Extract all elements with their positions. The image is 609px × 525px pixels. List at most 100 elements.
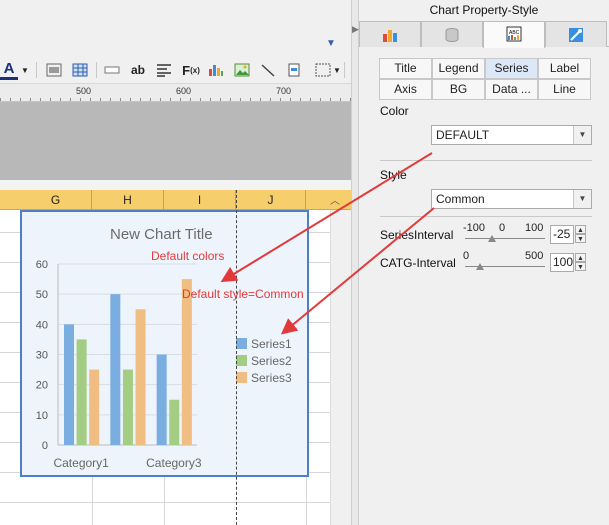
- scroll-up-icon[interactable]: ︿: [330, 192, 340, 207]
- legend-label: Series1: [251, 337, 292, 351]
- y-tick-label: 20: [36, 380, 48, 392]
- image-icon[interactable]: [232, 60, 252, 80]
- ruler-tick: [320, 98, 321, 101]
- toolbar-overflow-icon[interactable]: ▼: [326, 38, 336, 49]
- catg-interval-thumb[interactable]: [476, 263, 484, 270]
- legend-swatch: [236, 355, 247, 366]
- field-icon[interactable]: [102, 60, 122, 80]
- tab-legend[interactable]: Legend: [432, 58, 485, 79]
- legend-item-series2: Series2: [236, 354, 292, 368]
- chevron-down-icon[interactable]: ▼: [573, 190, 591, 208]
- ruler-tick: [280, 98, 281, 101]
- ruler-tick: [160, 98, 161, 101]
- series-interval-track[interactable]: [465, 238, 545, 239]
- series-interval-spinner[interactable]: ▲ ▼: [575, 225, 586, 244]
- slider-min: -100: [463, 222, 486, 234]
- ruler-tick: [290, 98, 291, 101]
- bar-series1-category1: [64, 324, 74, 445]
- ruler-tick: [300, 98, 301, 101]
- tab-series[interactable]: Series: [485, 58, 538, 79]
- ruler-tick: [220, 98, 221, 101]
- catg-interval-input[interactable]: 100: [550, 253, 574, 272]
- panel-title: Chart Property-Style: [429, 3, 539, 17]
- legend-swatch: [236, 372, 247, 383]
- function-icon[interactable]: F (x): [180, 60, 202, 80]
- ruler-tick: [30, 98, 31, 101]
- bar-series1-category3: [156, 354, 167, 445]
- tab-title[interactable]: Title: [379, 58, 432, 79]
- legend-item-series3: Series3: [236, 371, 292, 385]
- ruler-tick: [340, 98, 341, 101]
- ruler-tick: [210, 98, 211, 101]
- chevron-down-icon[interactable]: ▼: [573, 126, 591, 144]
- bar-series3-category1: [89, 369, 100, 445]
- ruler-tick: [20, 98, 21, 101]
- tab-chart-type[interactable]: [359, 21, 421, 47]
- ruler-tick: [70, 98, 71, 101]
- tab-bg[interactable]: BG: [432, 79, 485, 100]
- x-tick-label: Category1: [53, 456, 109, 470]
- align-icon[interactable]: [154, 60, 174, 80]
- effects-icon: [569, 27, 583, 42]
- page-break-line: [236, 190, 237, 525]
- ruler-label: 600: [176, 86, 192, 96]
- merge-cells-icon[interactable]: [44, 60, 64, 80]
- grid-icon[interactable]: [70, 60, 90, 80]
- tab-data[interactable]: Data ...: [485, 79, 538, 100]
- tab-line[interactable]: Line: [538, 79, 591, 100]
- ruler-tick: [10, 98, 11, 101]
- page-background: [0, 102, 351, 180]
- ruler-tick: [240, 98, 241, 101]
- series-interval-label: SeriesInterval: [380, 228, 454, 242]
- ruler-tick: [100, 98, 101, 101]
- series-interval-input[interactable]: -25: [550, 225, 574, 244]
- legend-label: Series3: [251, 371, 292, 385]
- bar-series1-category2: [110, 294, 121, 445]
- column-headers: G H I J: [0, 190, 351, 210]
- slider-min: 0: [463, 250, 470, 262]
- y-tick-label: 10: [36, 410, 48, 422]
- tab-effects[interactable]: [545, 21, 607, 47]
- font-color-icon[interactable]: A: [0, 60, 18, 80]
- bar-series3-category3: [181, 279, 192, 445]
- tab-axis[interactable]: Axis: [379, 79, 432, 100]
- ruler-tick: [50, 98, 51, 101]
- column-header-h[interactable]: H: [92, 190, 164, 210]
- series-interval-thumb[interactable]: [488, 235, 496, 242]
- chart-icon[interactable]: [206, 60, 226, 80]
- color-label: Color: [380, 104, 409, 118]
- tab-data-source[interactable]: [421, 21, 483, 47]
- legend-item-series1: Series1: [236, 337, 292, 351]
- tab-label[interactable]: Label: [538, 58, 591, 79]
- tab-style[interactable]: ABC: [483, 21, 545, 48]
- y-tick-label: 50: [36, 289, 48, 301]
- border-icon[interactable]: [312, 60, 334, 80]
- collapse-arrow-icon[interactable]: ▶: [352, 24, 359, 35]
- bar-series2-category3: [169, 399, 180, 445]
- ruler-tick: [60, 98, 61, 101]
- color-select[interactable]: DEFAULT ▼: [431, 125, 592, 145]
- border-dropdown-icon[interactable]: ▼: [332, 60, 342, 80]
- vertical-scrollbar[interactable]: [330, 210, 351, 525]
- form-icon[interactable]: [284, 60, 304, 80]
- annotation-default-colors: Default colors: [151, 249, 225, 263]
- ruler-tick: [260, 98, 261, 101]
- catg-interval-spinner[interactable]: ▲ ▼: [575, 253, 586, 272]
- column-header-g[interactable]: G: [20, 190, 92, 210]
- divider: [380, 160, 592, 161]
- ruler-tick: [90, 98, 91, 101]
- bar-series2-category1: [76, 339, 87, 445]
- ruler: 500 600 700: [0, 84, 351, 102]
- line-tool-icon[interactable]: [258, 60, 278, 80]
- column-header-i[interactable]: I: [164, 190, 236, 210]
- annotation-default-style: Default style=Common: [182, 287, 304, 301]
- font-color-dropdown-icon[interactable]: ▼: [20, 60, 30, 80]
- text-ab-icon[interactable]: ab: [128, 60, 148, 80]
- style-select[interactable]: Common ▼: [431, 189, 592, 209]
- catg-interval-label: CATG-Interval: [380, 256, 456, 270]
- ruler-tick: [0, 98, 1, 101]
- pane-splitter[interactable]: [351, 0, 359, 525]
- ruler-label: 500: [76, 86, 92, 96]
- column-header-j[interactable]: J: [236, 190, 306, 210]
- formatting-toolbar: A ▼ ab F (x) ▼: [0, 58, 351, 84]
